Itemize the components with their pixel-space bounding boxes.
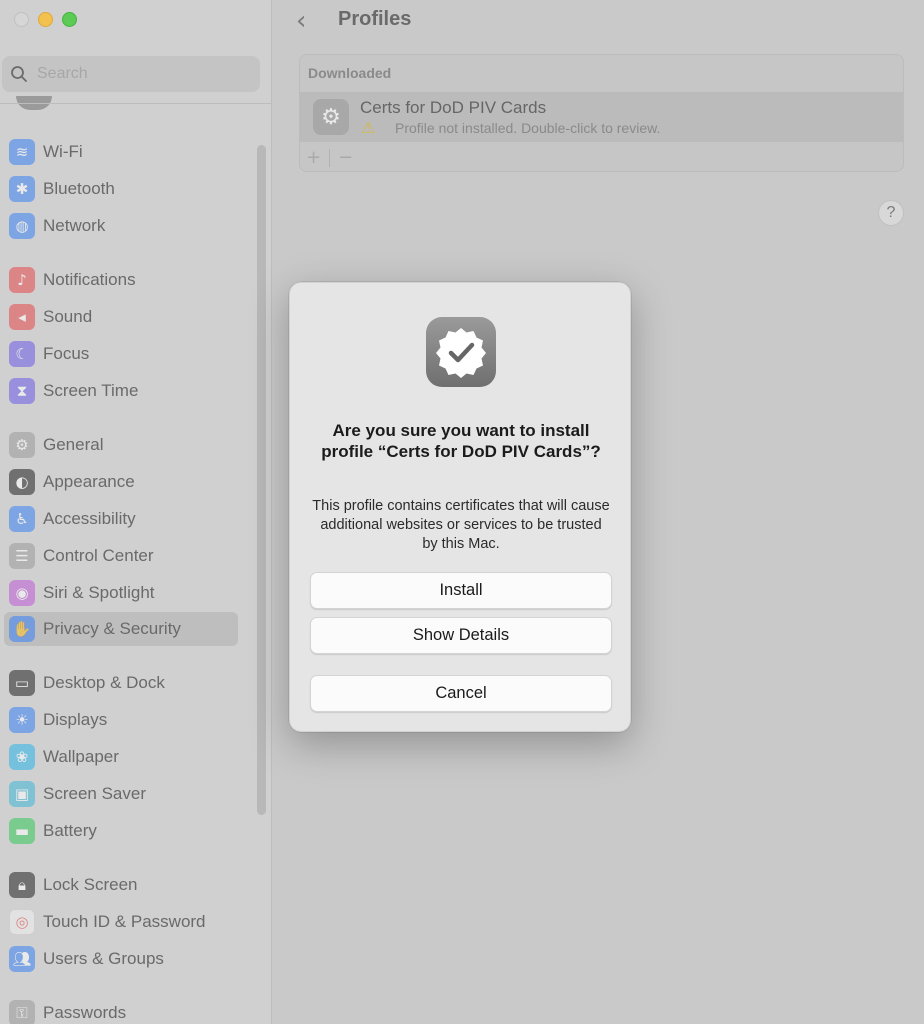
appearance-icon: ◐ (9, 469, 35, 495)
add-profile-button[interactable]: + (306, 147, 321, 168)
sidebar-item-appearance[interactable]: ◐ Appearance (4, 465, 238, 499)
users-icon: 👥︎ (9, 946, 35, 972)
gear-icon: ⚙ (9, 432, 35, 458)
sidebar-divider (0, 103, 271, 104)
hand-icon: ✋ (9, 616, 35, 642)
page-title: Profiles (338, 8, 412, 30)
sidebar-item-notifications[interactable]: ♪ Notifications (4, 263, 238, 297)
sidebar-item-wi-fi[interactable]: ≋ Wi-Fi (4, 135, 238, 169)
sidebar-item-label: Passwords (43, 1003, 127, 1022)
accessibility-icon: ♿ (9, 506, 35, 532)
profile-name: Certs for DoD PIV Cards (360, 98, 547, 117)
settings-gear-icon: ⚙ (313, 99, 349, 135)
sidebar-scrollbar[interactable] (257, 145, 266, 815)
sidebar-item-label: Sound (43, 307, 93, 326)
sidebar-item-label: Battery (43, 821, 97, 840)
screensaver-icon: ▣ (9, 781, 35, 807)
list-controls: + − (306, 147, 353, 168)
sidebar-item-siri-spotlight[interactable]: ◉ Siri & Spotlight (4, 576, 238, 610)
sidebar-item-control-center[interactable]: ☰ Control Center (4, 539, 238, 573)
help-button[interactable]: ? (878, 200, 904, 226)
sidebar-item-label: Control Center (43, 546, 154, 565)
toggles-icon: ☰ (9, 543, 35, 569)
minimize-window-button[interactable] (38, 12, 53, 27)
sidebar-item-label: Touch ID & Password (43, 912, 206, 931)
close-window-button[interactable] (14, 12, 29, 27)
sidebar-item-displays[interactable]: ☀ Displays (4, 703, 238, 737)
sidebar-item-label: Wallpaper (43, 747, 119, 766)
sidebar-item-bluetooth[interactable]: ✱ Bluetooth (4, 172, 238, 206)
sidebar-item-users-groups[interactable]: 👥︎ Users & Groups (4, 942, 238, 976)
siri-icon: ◉ (9, 580, 35, 606)
fingerprint-icon: ◎ (9, 909, 35, 935)
install-profile-dialog: Are you sure you want to install profile… (289, 282, 631, 732)
sidebar-item-general[interactable]: ⚙ General (4, 428, 238, 462)
dialog-title: Are you sure you want to install profile… (321, 421, 601, 461)
sidebar-item-desktop-dock[interactable]: ▭ Desktop & Dock (4, 666, 238, 700)
sidebar-item-wallpaper[interactable]: ❀ Wallpaper (4, 740, 238, 774)
sidebar-item-label: Screen Saver (43, 784, 146, 803)
sidebar-item-label: Notifications (43, 270, 136, 289)
sidebar-item-focus[interactable]: ☾ Focus (4, 337, 238, 371)
sidebar-item-network[interactable]: ◍ Network (4, 209, 238, 243)
wifi-icon: ≋ (9, 139, 35, 165)
sidebar-item-label: General (43, 435, 104, 454)
globe-icon: ◍ (9, 213, 35, 239)
sidebar-item-passwords[interactable]: ⚿ Passwords (4, 996, 238, 1024)
sidebar-item-label: Focus (43, 344, 90, 363)
certificate-badge-icon (426, 317, 496, 387)
lock-icon: 🔒︎ (9, 872, 35, 898)
bluetooth-icon: ✱ (9, 176, 35, 202)
cancel-button[interactable]: Cancel (310, 675, 612, 712)
remove-profile-button[interactable]: − (338, 147, 353, 168)
sidebar-item-screen-time[interactable]: ⧗ Screen Time (4, 374, 238, 408)
sidebar-item-label: Privacy & Security (43, 619, 181, 638)
back-button[interactable]: ‹ (296, 6, 306, 36)
sidebar-item-label: Siri & Spotlight (43, 583, 155, 602)
hourglass-icon: ⧗ (9, 378, 35, 404)
sidebar-item-battery[interactable]: ▬ Battery (4, 814, 238, 848)
speaker-icon: ◂ (9, 304, 35, 330)
sidebar-item-label: Appearance (43, 472, 135, 491)
install-button[interactable]: Install (310, 572, 612, 609)
search-input[interactable] (37, 65, 237, 83)
sidebar-item-lock-screen[interactable]: 🔒︎ Lock Screen (4, 868, 238, 902)
window-controls (14, 12, 77, 27)
sun-icon: ☀ (9, 707, 35, 733)
dialog-message: This profile contains certificates that … (312, 498, 610, 552)
profiles-list: Downloaded ⚙ Certs for DoD PIV Cards ⚠ P… (299, 54, 904, 172)
moon-icon: ☾ (9, 341, 35, 367)
flower-icon: ❀ (9, 744, 35, 770)
battery-icon: ▬ (9, 818, 35, 844)
sidebar-item-label: Accessibility (43, 509, 136, 528)
sidebar-item-touch-id-password[interactable]: ◎ Touch ID & Password (4, 905, 238, 939)
key-icon: ⚿ (9, 1000, 35, 1024)
sidebar-item-privacy-security[interactable]: ✋ Privacy & Security (4, 612, 238, 646)
sidebar-item-label: Bluetooth (43, 179, 115, 198)
section-header: Downloaded (308, 65, 392, 81)
dock-icon: ▭ (9, 670, 35, 696)
sidebar-item-label: Wi-Fi (43, 142, 83, 161)
profile-status: Profile not installed. Double-click to r… (395, 120, 661, 136)
zoom-window-button[interactable] (62, 12, 77, 27)
divider (329, 148, 331, 167)
sidebar-item-label: Network (43, 216, 106, 235)
sidebar-item-label: Screen Time (43, 381, 139, 400)
bell-icon: ♪ (9, 267, 35, 293)
sidebar-item-accessibility[interactable]: ♿ Accessibility (4, 502, 238, 536)
sidebar-item-label: Desktop & Dock (43, 673, 165, 692)
sidebar: ≋ Wi-Fi ✱ Bluetooth ◍ Network ♪ Notifications ◂ S… (0, 0, 272, 1024)
search-icon (11, 66, 27, 82)
sidebar-item-label: Displays (43, 710, 108, 729)
sidebar-item-screen-saver[interactable]: ▣ Screen Saver (4, 777, 238, 811)
search-field[interactable] (2, 56, 260, 92)
sidebar-item-label: Lock Screen (43, 875, 138, 894)
warning-icon: ⚠ (361, 118, 376, 137)
show-details-button[interactable]: Show Details (310, 617, 612, 654)
sidebar-item-label: Users & Groups (43, 949, 164, 968)
sidebar-item-sound[interactable]: ◂ Sound (4, 300, 238, 334)
profile-row[interactable]: ⚙ Certs for DoD PIV Cards ⚠ Profile not … (300, 92, 903, 142)
